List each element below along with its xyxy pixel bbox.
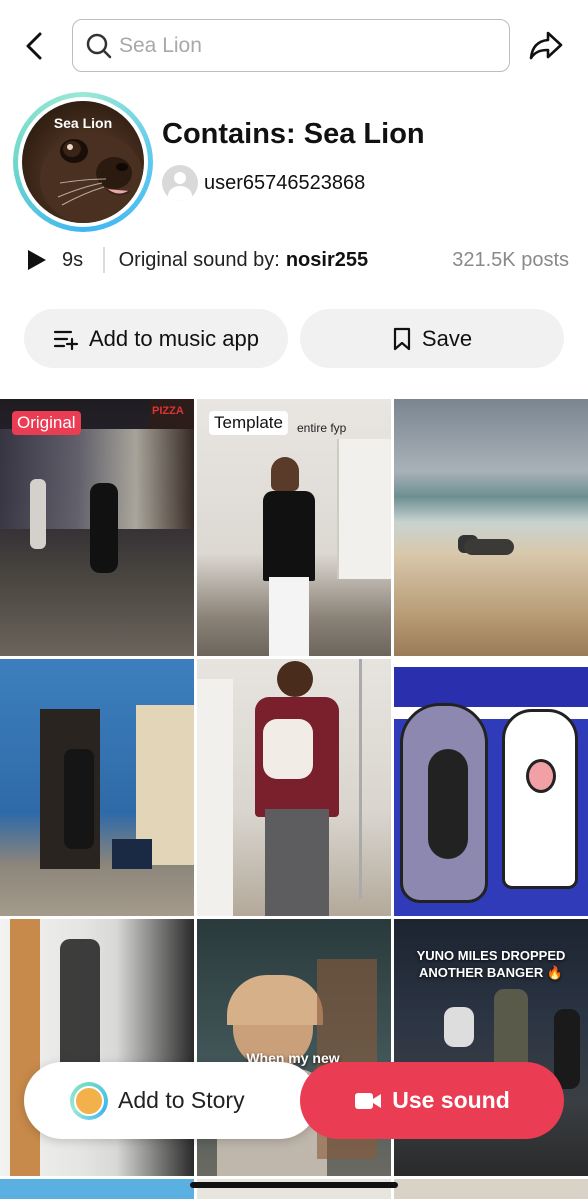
sound-meta-row: 9s Original sound by: nosir255 321.5K po… [24,244,569,276]
video-tile[interactable]: entire fyp [197,399,391,656]
storefront-sign: PIZZA [152,405,184,417]
template-badge: Template [209,411,288,435]
username: user65746523868 [204,171,366,194]
story-avatar-icon [70,1081,108,1120]
posts-count: 321.5K posts [452,248,569,271]
search-input[interactable] [119,33,479,58]
sound-cover-ring[interactable]: Sea Lion [13,92,153,232]
search-icon [86,33,112,58]
sound-cover-label: Sea Lion [53,115,113,131]
playlist-add-icon [53,330,79,350]
share-arrow-icon [529,31,563,60]
user-avatar [162,165,198,201]
add-to-story-button[interactable]: Add to Story [24,1062,318,1139]
use-sound-label: Use sound [392,1087,510,1113]
back-button[interactable] [18,28,50,64]
sound-cover-image: Sea Lion [22,101,144,223]
sound-duration: 9s [62,248,84,271]
video-tile[interactable] [0,1179,194,1199]
video-tile[interactable]: PIZZA [0,399,194,656]
add-to-music-app-button[interactable]: Add to music app [24,309,288,368]
video-tile[interactable] [394,659,588,916]
divider [103,247,105,273]
video-tile[interactable] [394,399,588,656]
chevron-left-icon [26,32,42,60]
video-caption: YUNO MILES DROPPED ANOTHER BANGER 🔥 [416,948,566,980]
use-sound-button[interactable]: Use sound [300,1062,564,1139]
video-camera-icon [355,1092,382,1109]
add-to-story-label: Add to Story [118,1087,245,1113]
share-button[interactable] [527,27,565,65]
original-badge: Original [12,411,81,435]
home-indicator [190,1182,398,1188]
video-tile[interactable] [197,659,391,916]
original-sound-author[interactable]: nosir255 [286,249,368,272]
add-to-music-app-label: Add to music app [89,325,259,351]
play-icon[interactable] [24,248,48,272]
search-bar[interactable] [72,19,510,72]
save-button[interactable]: Save [300,309,564,368]
original-sound-label: Original sound by: [118,248,280,271]
video-tile[interactable] [394,1179,588,1199]
top-bar [0,0,588,92]
sound-creator[interactable]: user65746523868 [162,165,365,201]
save-label: Save [421,325,473,351]
video-caption: entire fyp [297,421,347,435]
sound-title: Contains: Sea Lion [162,118,425,150]
video-tile[interactable] [0,659,194,916]
bookmark-icon [393,327,411,350]
